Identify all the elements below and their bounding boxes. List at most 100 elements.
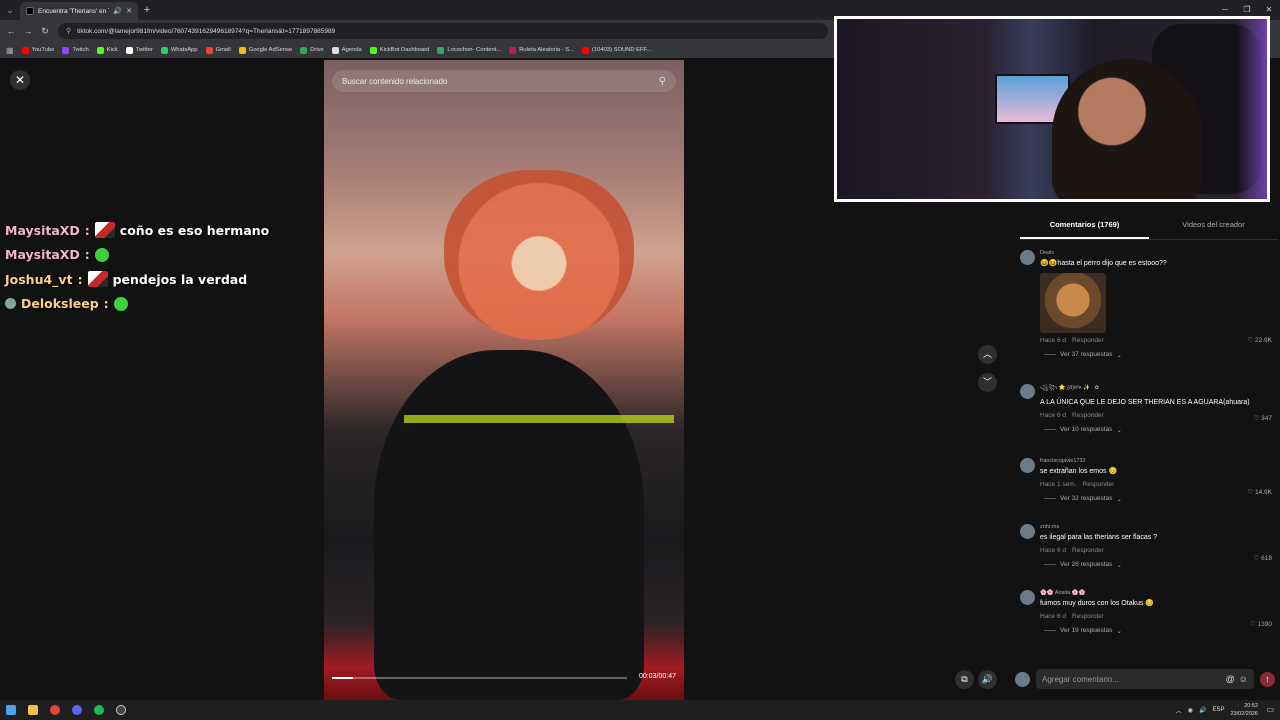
like-button[interactable]: ♡ 347 [1254,414,1273,422]
send-comment-button[interactable]: ↑ [1260,671,1275,687]
search-icon[interactable]: ⚲ [659,76,666,87]
video-progress-fill [332,677,353,679]
tab-creator-videos[interactable]: Videos del creador [1149,216,1278,239]
picture-in-picture-button[interactable]: ⧉ [955,670,974,689]
comment-username[interactable]: Deals [1040,250,1278,256]
tab-close-icon[interactable]: ✕ [126,7,132,15]
back-icon[interactable]: ← [5,26,17,36]
bookmark-item[interactable]: Kick [96,46,118,54]
comment-input[interactable]: Agregar comentario... @ ☺ [1036,669,1254,689]
bookmark-label: Drive [310,47,324,53]
bookmark-item[interactable]: Gmail [205,46,231,54]
avatar [1015,671,1030,687]
forward-icon[interactable]: → [22,26,34,36]
bookmark-item[interactable]: YouTube [21,46,54,54]
keyboard-language[interactable]: ESP [1212,707,1224,713]
like-button[interactable]: ♡ 1390 [1250,620,1272,628]
related-search-input[interactable]: Buscar contenido relacionado ⚲ [332,70,676,92]
comment-content: franciscojavie1732 se extrañan los emos 😔… [1040,458,1278,503]
comment-username[interactable]: 🌸🌸 Arisita 🌸🌸 [1040,590,1278,596]
avatar[interactable] [1020,458,1035,473]
chevron-down-icon: ⌄ [1116,426,1122,434]
comment-item: franciscojavie1732 se extrañan los emos 😔… [1020,458,1278,503]
comment-content: Deals 😆😆hasta el perro dijo que es estooo… [1040,250,1278,359]
reply-button[interactable]: Responder [1083,481,1115,488]
spotify-icon[interactable] [88,700,110,720]
chat-username: Joshu4_vt [5,271,73,287]
tab-active[interactable]: Encuentra 'Therians' en Ti... 🔊 ✕ [20,2,138,20]
bookmark-item[interactable]: Twitter [125,46,153,54]
tab-search-icon[interactable]: ⌄ [0,0,20,20]
reply-button[interactable]: Responder [1072,337,1104,344]
clock[interactable]: 20:52 23/02/2026 [1230,702,1258,718]
comment-item: znhr.ms es ilegal para las therians ser f… [1020,524,1278,569]
video-progress-bar[interactable] [332,677,627,679]
bookmark-label: (10403) SOUND EFF... [591,47,652,53]
bookmark-item[interactable]: (10403) SOUND EFF... [581,46,652,54]
tray-overflow-icon[interactable]: ︿ [1176,706,1182,715]
discord-icon[interactable] [66,700,88,720]
reload-icon[interactable]: ↻ [39,26,51,37]
mention-icon[interactable]: @ [1226,674,1235,684]
bookmark-item[interactable]: Google AdSense [238,46,292,54]
like-button[interactable]: ♡ 22.9K [1247,336,1272,344]
reply-button[interactable]: Responder [1072,613,1104,620]
speaker-icon[interactable]: 🔊 [113,7,122,15]
green-emote-icon [113,296,128,311]
comment-username[interactable]: ꧁꧂ 🌟 {ส}ɐᶠɐ ✨ . ✿ [1040,384,1278,395]
next-video-button[interactable]: ﹀ [978,373,997,392]
bookmark-label: Ruleta Aleatoria - S... [519,47,574,53]
bookmark-favicon-icon [581,46,589,54]
bookmark-item[interactable]: KickBot Dashboard [369,46,429,54]
volume-button[interactable]: 🔊 [978,670,997,689]
view-replies-button[interactable]: Ver 26 respuestas ⌄ [1044,561,1278,569]
address-bar[interactable]: ⚲ tiktok.com/@lamejor981fm/video/7607439… [58,23,828,39]
previous-video-button[interactable]: ︿ [978,345,997,364]
reply-button[interactable]: Responder [1072,547,1104,554]
avatar[interactable] [1020,590,1035,605]
avatar[interactable] [1020,524,1035,539]
chrome-icon[interactable] [44,700,66,720]
avatar[interactable] [1020,250,1035,265]
comment-username[interactable]: franciscojavie1732 [1040,458,1278,464]
bookmark-item[interactable]: Locochon- Content... [437,46,501,54]
bookmark-item[interactable]: Drive [300,46,324,54]
heart-icon: ♡ [1247,489,1254,496]
bookmark-item[interactable]: Twitch [62,46,89,54]
site-info-icon[interactable]: ⚲ [66,27,71,35]
view-replies-button[interactable]: Ver 32 respuestas ⌄ [1044,495,1278,503]
avatar[interactable] [1020,384,1035,399]
view-replies-label: Ver 26 respuestas [1060,561,1113,569]
file-explorer-icon[interactable] [22,700,44,720]
comments-tabs: Comentarios (1769) Videos del creador [1020,216,1278,240]
view-replies-button[interactable]: Ver 10 respuestas ⌄ [1044,426,1278,434]
like-button[interactable]: ♡ 14.9K [1247,488,1272,496]
emoji-icon[interactable]: ☺ [1239,674,1248,684]
green-emote-icon [94,247,109,262]
comment-username[interactable]: znhr.ms [1040,524,1278,530]
apps-icon[interactable]: ▦ [6,46,14,55]
tab-title: Encuentra 'Therians' en Ti... [38,7,109,15]
reply-button[interactable]: Responder [1072,412,1104,419]
comment-image[interactable] [1040,272,1106,333]
tab-comments[interactable]: Comentarios (1769) [1020,216,1149,239]
comment-input-placeholder: Agregar comentario... [1042,674,1119,684]
notifications-icon[interactable]: ▭ [1266,705,1274,714]
close-video-button[interactable]: ✕ [10,70,30,90]
video-player[interactable]: Buscar contenido relacionado ⚲ 00:03/00:… [324,60,684,700]
obs-icon[interactable] [110,700,132,720]
new-tab-button[interactable]: + [138,4,156,16]
bookmark-item[interactable]: Agenda [331,46,362,54]
bookmark-item[interactable]: WhatsApp [160,46,198,54]
bookmark-item[interactable]: Ruleta Aleatoria - S... [509,46,574,54]
bookmark-label: Agenda [341,47,362,53]
like-count: 22.9K [1255,337,1272,344]
network-icon[interactable]: ◉ [1188,707,1193,714]
chat-username: MaysitaXD [5,222,80,238]
like-button[interactable]: ♡ 618 [1254,554,1273,562]
view-replies-button[interactable]: Ver 19 respuestas ⌄ [1044,627,1278,635]
view-replies-button[interactable]: Ver 37 respuestas ⌄ [1044,351,1278,359]
start-icon[interactable] [0,700,22,720]
comment-meta: Hace 6 d Responder [1040,547,1278,554]
volume-tray-icon[interactable]: 🔊 [1199,707,1206,714]
